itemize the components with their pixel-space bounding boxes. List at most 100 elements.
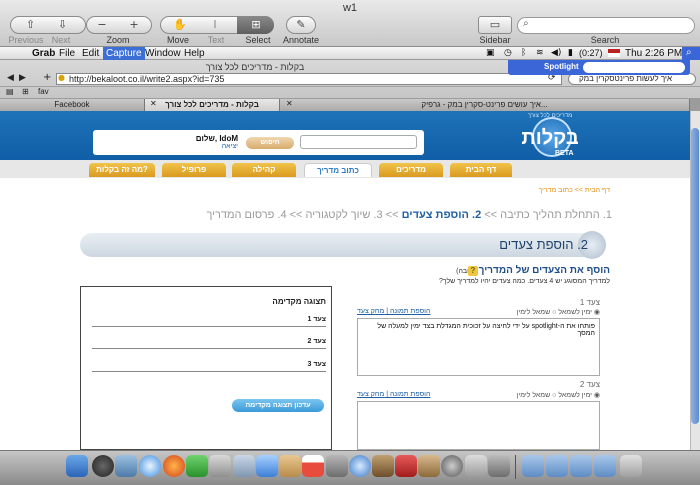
- mail-icon[interactable]: [115, 455, 137, 477]
- menu-app-name[interactable]: Grab: [32, 47, 55, 60]
- user-greeting: שלום, IdoM: [195, 134, 238, 143]
- back-icon[interactable]: ◀: [7, 73, 14, 83]
- next-icon[interactable]: ⇩: [50, 17, 75, 33]
- system-prefs-icon[interactable]: [465, 455, 487, 477]
- step-before: 1. התחלת תהליך כתיבה >>: [481, 209, 612, 221]
- site-logo[interactable]: בקלות: [510, 127, 590, 150]
- addressbook-icon[interactable]: [279, 455, 301, 477]
- preview-search-input[interactable]: [517, 17, 695, 34]
- search-icon: ⌕: [523, 18, 529, 29]
- app-icon-2[interactable]: [326, 455, 348, 477]
- calendar-icon[interactable]: [302, 455, 324, 477]
- spotlight-input[interactable]: [583, 62, 685, 73]
- breadcrumb[interactable]: דף הבית >> כתוב מדריך: [520, 187, 611, 194]
- folder-icon[interactable]: [522, 455, 544, 477]
- nav-profile[interactable]: פרופיל: [162, 163, 226, 177]
- tab-search-result[interactable]: איך עושים פרינט-סקרין במק - גרפיק...: [280, 99, 690, 111]
- menu-help[interactable]: Help: [184, 47, 205, 60]
- step2-add-image-link[interactable]: הוספת תמונה: [390, 391, 430, 398]
- bookmark-fav[interactable]: fav: [38, 87, 49, 96]
- preview-divider: [92, 371, 326, 372]
- app-icon-3[interactable]: [418, 455, 440, 477]
- step1-textarea[interactable]: פותחו את ה-spotlight על ידי לחיצה על זכו…: [357, 318, 600, 376]
- step2-direction-options[interactable]: ◉ ימין לשמאל ○ שמאל לימין: [440, 391, 600, 399]
- folder-icon-3[interactable]: [570, 455, 592, 477]
- step1-actions: הוספת תמונה | מחק צעד: [357, 308, 431, 315]
- text-tool-icon[interactable]: I: [205, 17, 225, 33]
- tab-bekaloot[interactable]: בקלות - מדריכים לכל צורך: [145, 99, 280, 111]
- add-bookmark-icon[interactable]: +: [43, 72, 51, 83]
- nav-write-guide[interactable]: כתוב מדריך: [304, 163, 372, 177]
- ichat-icon[interactable]: [256, 455, 278, 477]
- site-search-button[interactable]: חיפוש: [246, 137, 294, 149]
- address-bar[interactable]: http://bekaloot.co.il/write2.aspx?id=735: [56, 73, 562, 85]
- previous-icon[interactable]: ⇧: [18, 17, 43, 33]
- safari-icon[interactable]: [139, 455, 161, 477]
- apps-icon[interactable]: ⊞: [22, 87, 29, 96]
- spotlight-label: Spotlight: [544, 62, 579, 71]
- folder-icon-2[interactable]: [546, 455, 568, 477]
- clock-status-icon[interactable]: ◷: [504, 47, 512, 60]
- itunes-icon[interactable]: [349, 455, 371, 477]
- close-tab-icon-2[interactable]: ✕: [286, 99, 293, 108]
- app-icon[interactable]: [233, 455, 255, 477]
- step2-delete-link[interactable]: מחק צעד: [357, 391, 384, 398]
- logo-beta: BETA: [555, 150, 574, 157]
- trash-icon[interactable]: [620, 455, 642, 477]
- step1-direction-options[interactable]: ◉ ימין לשמאל ○ שמאל לימין: [440, 308, 600, 316]
- iphoto-icon[interactable]: [372, 455, 394, 477]
- help-icon[interactable]: ?: [468, 266, 478, 276]
- zoom-out-icon[interactable]: −: [92, 17, 112, 33]
- utorrent-icon[interactable]: [186, 455, 208, 477]
- forward-icon[interactable]: ▶: [19, 73, 26, 83]
- bookmarks-icon[interactable]: ▤: [6, 87, 14, 96]
- select-label: Select: [245, 35, 271, 45]
- preferences-icon[interactable]: [209, 455, 231, 477]
- time-machine-icon[interactable]: [441, 455, 463, 477]
- nav-home[interactable]: דף הבית: [450, 163, 512, 177]
- menu-edit[interactable]: Edit: [82, 47, 99, 60]
- us-flag-icon[interactable]: [608, 49, 620, 57]
- nav-about[interactable]: מה זה בקלות?: [89, 163, 155, 177]
- battery-icon[interactable]: ▮: [568, 47, 573, 60]
- menu-capture[interactable]: Capture: [103, 47, 145, 60]
- logout-link[interactable]: יציאה: [160, 143, 238, 150]
- dashboard-icon[interactable]: [92, 455, 114, 477]
- step-current: 2. הוספת צעדים: [401, 209, 482, 221]
- menu-window[interactable]: Window: [145, 47, 181, 60]
- nav-community[interactable]: קהילה: [232, 163, 296, 177]
- hand-icon[interactable]: ✋: [170, 17, 190, 33]
- finder-icon[interactable]: [66, 455, 88, 477]
- site-search-input[interactable]: [300, 135, 417, 149]
- step1-add-image-link[interactable]: הוספת תמונה: [390, 308, 430, 315]
- scroll-thumb[interactable]: [691, 128, 699, 424]
- menu-clock[interactable]: Thu 2:26 PM: [625, 47, 682, 60]
- nav-guides[interactable]: מדריכים: [379, 163, 443, 177]
- step-after: >> 3. שיוך לקטגוריה >> 4. פרסום המדריך: [206, 209, 402, 221]
- section-title: 2. הוספת צעדים: [499, 237, 588, 252]
- previous-label: Previous: [8, 35, 44, 45]
- volume-icon[interactable]: ◀): [551, 47, 561, 60]
- close-tab-icon[interactable]: ✕: [150, 99, 157, 108]
- wifi-icon[interactable]: ≋: [536, 47, 544, 60]
- app-icon-4[interactable]: [488, 455, 510, 477]
- update-preview-button[interactable]: עדכון תצוגה מקדימה: [232, 399, 324, 412]
- menu-file[interactable]: File: [59, 47, 75, 60]
- firefox-icon[interactable]: [163, 455, 185, 477]
- bluetooth-icon[interactable]: ᛒ: [521, 47, 526, 60]
- step1-delete-link[interactable]: מחק צעד: [357, 308, 384, 315]
- step2-label: צעד 2: [579, 380, 600, 389]
- status-icon[interactable]: ▣: [486, 47, 495, 60]
- step2-textarea[interactable]: [357, 401, 600, 450]
- battery-time: (0:27): [579, 48, 603, 58]
- preview-panel: [80, 286, 332, 450]
- annotate-label: Annotate: [282, 35, 320, 45]
- tab-facebook[interactable]: Facebook: [0, 99, 145, 111]
- folder-icon-4[interactable]: [594, 455, 616, 477]
- wizard-steps: 1. התחלת תהליך כתיבה >> 2. הוספת צעדים >…: [180, 209, 612, 221]
- next-label: Next: [51, 35, 71, 45]
- search-label: Search: [590, 35, 620, 45]
- grab-icon[interactable]: [395, 455, 417, 477]
- zoom-in-icon[interactable]: +: [124, 17, 144, 33]
- step2-actions: הוספת תמונה | מחק צעד: [357, 391, 431, 398]
